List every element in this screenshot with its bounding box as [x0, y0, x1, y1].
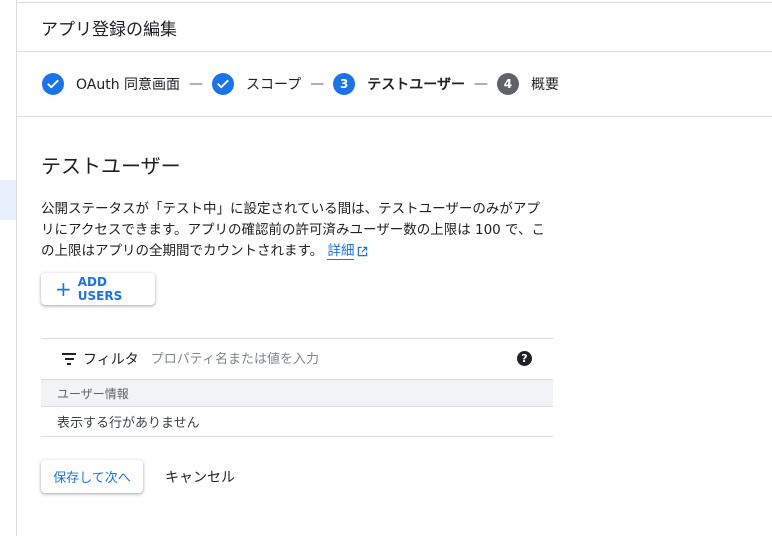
step-scopes[interactable]: スコープ: [212, 73, 301, 95]
step-label: テストユーザー: [367, 77, 465, 93]
check-circle-icon: [42, 73, 64, 95]
page-title: アプリ登録の編集: [41, 20, 177, 40]
nav-item-selected[interactable]: [0, 180, 16, 220]
page-header: アプリ登録の編集: [17, 3, 772, 52]
left-navigation-rail: [0, 0, 17, 536]
step-label: OAuth 同意画面: [76, 77, 181, 93]
filter-list-icon: [62, 353, 76, 365]
step-label: 概要: [530, 77, 559, 93]
step-oauth-consent[interactable]: OAuth 同意画面: [42, 73, 180, 95]
table-header: ユーザー情報: [41, 379, 553, 407]
step-number-badge: 4: [496, 73, 519, 95]
plus-icon: +: [55, 277, 72, 301]
step-number-badge: 3: [333, 73, 356, 95]
step-separator: —: [473, 76, 488, 92]
step-test-users[interactable]: 3 テストユーザー: [333, 73, 465, 95]
section-title: テストユーザー: [41, 154, 181, 178]
cancel-button[interactable]: キャンセル: [155, 460, 245, 493]
check-circle-icon: [212, 73, 235, 95]
step-summary[interactable]: 4 概要: [496, 73, 559, 95]
column-header-user-info[interactable]: ユーザー情報: [57, 385, 129, 402]
section-description: 公開ステータスが「テスト中」に設定されている間は、テストユーザーのみがアプリにア…: [41, 199, 553, 262]
step-separator: —: [310, 76, 325, 92]
stepper: OAuth 同意画面 — スコープ — 3 テストユーザー — 4 概要: [17, 52, 772, 117]
learn-more-link[interactable]: 詳細: [327, 243, 355, 260]
step-label: スコープ: [246, 77, 302, 93]
filter-bar: フィルタ ?: [41, 338, 553, 379]
test-users-section: テストユーザー 公開ステータスが「テスト中」に設定されている間は、テストユーザー…: [41, 150, 553, 262]
learn-more-label: 詳細: [327, 243, 355, 259]
description-text: 公開ステータスが「テスト中」に設定されている間は、テストユーザーのみがアプリにア…: [41, 201, 546, 259]
step-separator: —: [189, 76, 204, 92]
empty-message: 表示する行がありません: [57, 416, 200, 431]
external-link-icon: [358, 246, 368, 256]
add-users-button[interactable]: + ADD USERS: [41, 273, 155, 305]
filter-label: フィルタ: [83, 352, 139, 368]
add-users-label: ADD USERS: [77, 275, 123, 303]
help-icon[interactable]: ?: [517, 351, 532, 366]
table-empty-row: 表示する行がありません: [41, 407, 553, 437]
save-and-continue-button[interactable]: 保存して次へ: [41, 460, 143, 493]
filter-input[interactable]: [150, 351, 451, 367]
